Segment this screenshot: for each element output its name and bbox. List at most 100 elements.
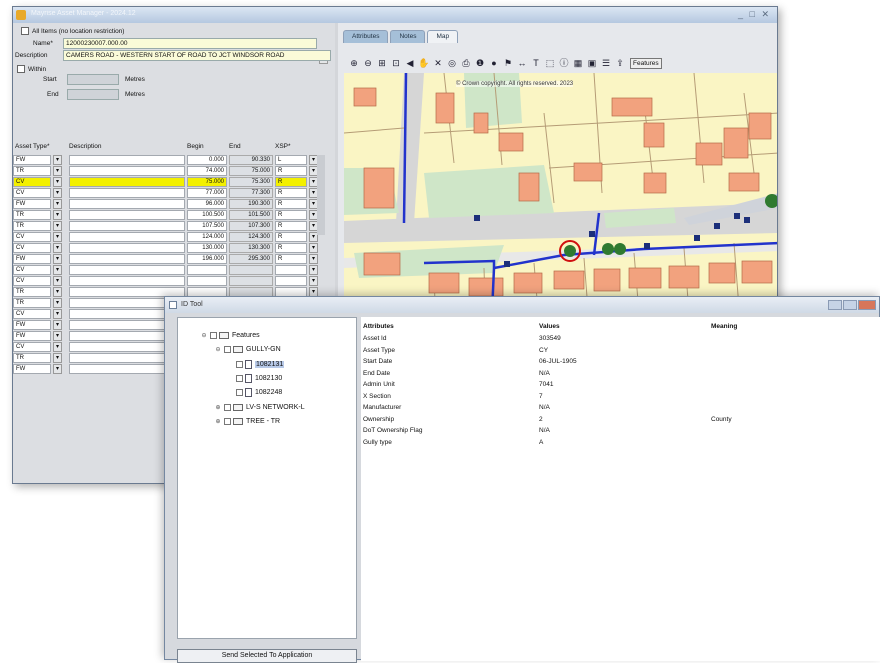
- asset-type-cell[interactable]: FW: [13, 320, 51, 330]
- tree-checkbox[interactable]: [224, 404, 231, 411]
- begin-cell[interactable]: 96.000: [187, 199, 227, 209]
- asset-type-lookup-button[interactable]: ▾: [53, 287, 62, 297]
- tree-leaf[interactable]: 1082248: [234, 388, 282, 397]
- tab-map[interactable]: Map: [427, 30, 459, 43]
- xsp-cell[interactable]: [275, 276, 307, 286]
- xsp-cell[interactable]: R: [275, 199, 307, 209]
- xsp-cell[interactable]: R: [275, 254, 307, 264]
- zoom-box-icon[interactable]: ⊞: [376, 57, 388, 69]
- table-row[interactable]: CV ▾ 130.000 130.300 R ▾: [13, 243, 335, 253]
- measure-icon[interactable]: ↔: [516, 57, 528, 69]
- xsp-cell[interactable]: R: [275, 177, 307, 187]
- end-cell[interactable]: 75.000: [229, 166, 273, 176]
- asset-type-lookup-button[interactable]: ▾: [53, 309, 62, 319]
- begin-cell[interactable]: 107.500: [187, 221, 227, 231]
- xsp-cell[interactable]: [275, 265, 307, 275]
- select-icon[interactable]: ⬚: [544, 57, 556, 69]
- asset-type-lookup-button[interactable]: ▾: [53, 254, 62, 264]
- photo-icon[interactable]: ▣: [586, 57, 598, 69]
- window-controls[interactable]: _ □ ✕: [738, 9, 771, 20]
- table-row[interactable]: CV▾▾: [13, 265, 335, 275]
- asset-type-lookup-button[interactable]: ▾: [53, 232, 62, 242]
- asset-type-lookup-button[interactable]: ▾: [53, 320, 62, 330]
- asset-type-lookup-button[interactable]: ▾: [53, 331, 62, 341]
- attribute-row[interactable]: End Date N/A: [361, 370, 880, 380]
- grid-header-description[interactable]: Description: [69, 143, 102, 153]
- table-row[interactable]: TR ▾ 107.500 107.300 R ▾: [13, 221, 335, 231]
- description-cell[interactable]: [69, 232, 185, 242]
- col-values[interactable]: Values: [539, 323, 560, 330]
- within-checkbox[interactable]: [17, 65, 25, 73]
- asset-type-cell[interactable]: FW: [13, 254, 51, 264]
- asset-type-cell[interactable]: TR: [13, 210, 51, 220]
- asset-type-cell[interactable]: TR: [13, 166, 51, 176]
- begin-cell[interactable]: [187, 265, 227, 275]
- asset-type-cell[interactable]: CV: [13, 243, 51, 253]
- end-cell[interactable]: [229, 265, 273, 275]
- attribute-row[interactable]: Asset Id 303549: [361, 335, 880, 345]
- end-cell[interactable]: [229, 276, 273, 286]
- end-cell[interactable]: 130.300: [229, 243, 273, 253]
- asset-type-cell[interactable]: TR: [13, 353, 51, 363]
- tree-root[interactable]: ⊖ Features: [200, 332, 260, 339]
- xsp-cell[interactable]: R: [275, 243, 307, 253]
- asset-type-lookup-button[interactable]: ▾: [53, 155, 62, 165]
- attribute-row[interactable]: Asset Type CY: [361, 347, 880, 357]
- xsp-cell[interactable]: L: [275, 155, 307, 165]
- begin-cell[interactable]: 0.000: [187, 155, 227, 165]
- description-cell[interactable]: [69, 254, 185, 264]
- asset-type-cell[interactable]: CV: [13, 309, 51, 319]
- send-selected-button[interactable]: Send Selected To Application: [177, 649, 357, 663]
- description-cell[interactable]: [69, 265, 185, 275]
- attribute-row[interactable]: Ownership 2 County: [361, 416, 880, 426]
- asset-type-cell[interactable]: FW: [13, 155, 51, 165]
- asset-type-cell[interactable]: CV: [13, 177, 51, 187]
- attribute-row[interactable]: X Section 7: [361, 393, 880, 403]
- features-button[interactable]: Features: [630, 57, 662, 69]
- grid-header-end[interactable]: End: [229, 143, 241, 153]
- tab-attributes[interactable]: Attributes: [343, 30, 389, 43]
- asset-type-cell[interactable]: FW: [13, 199, 51, 209]
- end-cell[interactable]: 124.300: [229, 232, 273, 242]
- zoom-in-icon[interactable]: ⊕: [348, 57, 360, 69]
- begin-cell[interactable]: 130.000: [187, 243, 227, 253]
- tree-checkbox[interactable]: [210, 332, 217, 339]
- export-icon[interactable]: ⇪: [614, 57, 626, 69]
- tree-leaf[interactable]: 1082131: [234, 360, 285, 369]
- grid-header-xsp[interactable]: XSP*: [275, 143, 291, 153]
- collapse-icon[interactable]: ⊖: [214, 346, 222, 353]
- asset-type-cell[interactable]: CV: [13, 276, 51, 286]
- tree-group-lvs[interactable]: ⊕ LV-S NETWORK-L: [214, 404, 305, 411]
- tree-leaf[interactable]: 1082130: [234, 374, 282, 383]
- asset-type-lookup-button[interactable]: ▾: [53, 342, 62, 352]
- grid-scrollbar[interactable]: [317, 155, 325, 235]
- xsp-cell[interactable]: R: [275, 210, 307, 220]
- red-circle-icon[interactable]: ●: [488, 57, 500, 69]
- expand-icon[interactable]: ⊕: [214, 404, 222, 411]
- table-row[interactable]: CV ▾ 75.000 75.300 R ▾: [13, 177, 335, 187]
- end-field[interactable]: [67, 89, 119, 100]
- table-row[interactable]: FW ▾ 196.000 295.300 R ▾: [13, 254, 335, 264]
- attribute-row[interactable]: Manufacturer N/A: [361, 404, 880, 414]
- xsp-lookup-button[interactable]: ▾: [309, 243, 318, 253]
- locate-icon[interactable]: ◎: [446, 57, 458, 69]
- attribute-row[interactable]: DoT Ownership Flag N/A: [361, 427, 880, 437]
- attribute-row[interactable]: Admin Unit 7041: [361, 381, 880, 391]
- xsp-lookup-button[interactable]: ▾: [309, 254, 318, 264]
- maximize-icon[interactable]: [843, 300, 857, 310]
- asset-type-cell[interactable]: FW: [13, 331, 51, 341]
- asset-type-cell[interactable]: CV: [13, 265, 51, 275]
- xsp-cell[interactable]: R: [275, 232, 307, 242]
- asset-type-lookup-button[interactable]: ▾: [53, 353, 62, 363]
- asset-type-cell[interactable]: CV: [13, 342, 51, 352]
- collapse-icon[interactable]: ⊖: [200, 332, 208, 339]
- description-field[interactable]: CAMERS ROAD - WESTERN START OF ROAD TO J…: [63, 50, 331, 61]
- grid-header-asset-type[interactable]: Asset Type*: [15, 143, 50, 153]
- tree-checkbox[interactable]: [224, 418, 231, 425]
- asset-type-lookup-button[interactable]: ▾: [53, 166, 62, 176]
- tree-checkbox[interactable]: [236, 361, 243, 368]
- table-row[interactable]: CV ▾ 124.000 124.300 R ▾: [13, 232, 335, 242]
- info-icon[interactable]: ❶: [474, 57, 486, 69]
- description-cell[interactable]: [69, 155, 185, 165]
- begin-cell[interactable]: 74.000: [187, 166, 227, 176]
